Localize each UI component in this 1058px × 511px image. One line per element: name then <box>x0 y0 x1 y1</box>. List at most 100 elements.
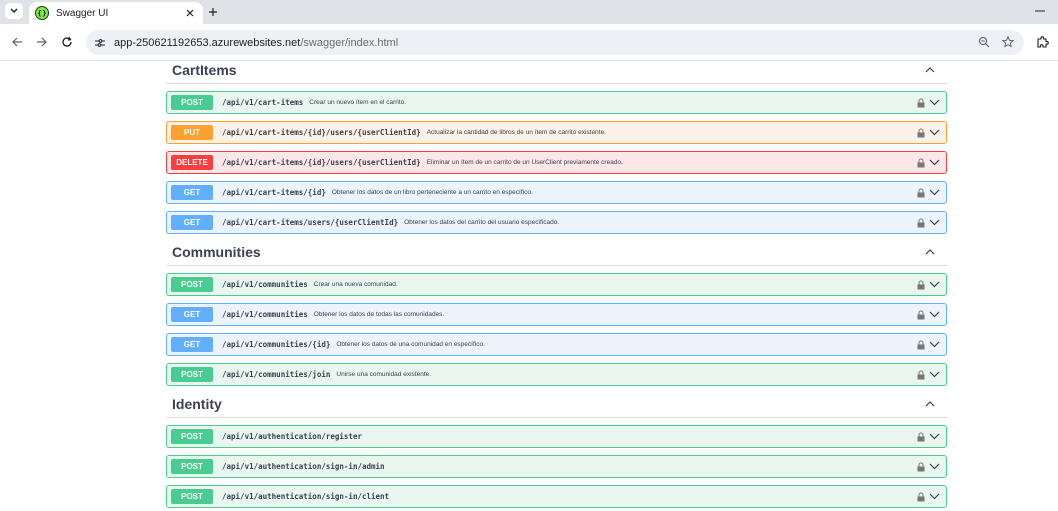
operation-path: /api/v1/cart-items/{id} <box>222 188 326 197</box>
expand-operation-button[interactable] <box>929 189 940 196</box>
operation-summary: Unirse una comunidad existente. <box>336 371 432 378</box>
tag-section-cartitems: CartItems POST /api/v1/cart-items Crear … <box>166 61 947 234</box>
collapse-tag-button[interactable] <box>923 397 937 411</box>
method-badge: DELETE <box>171 155 213 170</box>
expand-operation-button[interactable] <box>929 159 940 166</box>
browser-tab[interactable]: {} Swagger UI <box>29 2 203 24</box>
operation-row[interactable]: POST /api/v1/communities Crear una nueva… <box>166 273 947 296</box>
tab-close-button[interactable] <box>183 6 197 20</box>
operation-path: /api/v1/cart-items <box>222 98 304 107</box>
lock-icon <box>917 492 925 501</box>
operation-row[interactable]: POST /api/v1/authentication/sign-in/admi… <box>166 455 947 478</box>
lock-icon <box>917 310 925 319</box>
tag-section-identity: Identity POST /api/v1/authentication/reg… <box>166 390 947 508</box>
expand-operation-button[interactable] <box>929 311 940 318</box>
tag-header[interactable]: CartItems <box>166 61 947 84</box>
expand-operation-button[interactable] <box>929 371 940 378</box>
chevron-down-icon <box>929 219 940 226</box>
authorize-lock-button[interactable] <box>917 128 925 138</box>
chevron-up-icon <box>925 66 935 72</box>
chevron-up-icon <box>925 400 935 406</box>
authorize-lock-button[interactable] <box>917 462 925 472</box>
chevron-down-icon <box>929 463 940 470</box>
zoom-out-icon <box>978 36 990 48</box>
operation-row[interactable]: GET /api/v1/cart-items/users/{userClient… <box>166 211 947 234</box>
operation-row[interactable]: GET /api/v1/communities Obtener los dato… <box>166 303 947 326</box>
operation-row[interactable]: POST /api/v1/authentication/register <box>166 425 947 448</box>
operation-path: /api/v1/communities <box>222 310 308 319</box>
address-bar[interactable]: app-250621192653.azurewebsites.net/swagg… <box>86 30 1024 55</box>
method-badge: POST <box>171 95 213 110</box>
reload-button[interactable] <box>59 34 75 50</box>
operation-row[interactable]: GET /api/v1/communities/{id} Obtener los… <box>166 333 947 356</box>
minimize-window-button[interactable] <box>1032 3 1048 19</box>
authorize-lock-button[interactable] <box>917 158 925 168</box>
operation-path: /api/v1/authentication/register <box>222 432 362 441</box>
operation-row[interactable]: PUT /api/v1/cart-items/{id}/users/{userC… <box>166 121 947 144</box>
zoom-button[interactable] <box>976 34 992 50</box>
chevron-down-icon <box>929 493 940 500</box>
expand-operation-button[interactable] <box>929 341 940 348</box>
lock-icon <box>917 432 925 441</box>
collapse-tag-button[interactable] <box>923 245 937 259</box>
operation-path: /api/v1/communities/join <box>222 370 331 379</box>
lock-icon <box>917 188 925 197</box>
authorize-lock-button[interactable] <box>917 310 925 320</box>
expand-operation-button[interactable] <box>929 129 940 136</box>
browser-toolbar: app-250621192653.azurewebsites.net/swagg… <box>0 24 1058 61</box>
authorize-lock-button[interactable] <box>917 218 925 228</box>
operation-row[interactable]: POST /api/v1/cart-items Crear un nuevo í… <box>166 91 947 114</box>
url-host: app-250621192653.azurewebsites.net <box>114 36 301 49</box>
tag-header[interactable]: Communities <box>166 238 947 266</box>
expand-operation-button[interactable] <box>929 463 940 470</box>
tab-search-button[interactable] <box>5 3 23 19</box>
method-badge: POST <box>171 367 213 382</box>
collapse-tag-button[interactable] <box>923 63 937 77</box>
lock-icon <box>917 128 925 137</box>
chevron-down-icon <box>929 189 940 196</box>
authorize-lock-button[interactable] <box>917 340 925 350</box>
puzzle-icon <box>1036 35 1049 48</box>
chevron-down-icon <box>929 159 940 166</box>
tag-header[interactable]: Identity <box>166 390 947 418</box>
authorize-lock-button[interactable] <box>917 370 925 380</box>
operation-row[interactable]: GET /api/v1/cart-items/{id} Obtener los … <box>166 181 947 204</box>
authorize-lock-button[interactable] <box>917 280 925 290</box>
expand-operation-button[interactable] <box>929 281 940 288</box>
bookmark-button[interactable] <box>1000 34 1016 50</box>
lock-icon <box>917 280 925 289</box>
back-button[interactable] <box>9 34 25 50</box>
chevron-down-icon <box>10 8 18 13</box>
operation-row[interactable]: POST /api/v1/communities/join Unirse una… <box>166 363 947 386</box>
operation-row[interactable]: DELETE /api/v1/cart-items/{id}/users/{us… <box>166 151 947 174</box>
authorize-lock-button[interactable] <box>917 432 925 442</box>
chevron-down-icon <box>929 341 940 348</box>
method-badge: PUT <box>171 125 213 140</box>
operation-path: /api/v1/cart-items/{id}/users/{userClien… <box>222 158 421 167</box>
tune-icon <box>95 38 105 47</box>
lock-icon <box>917 462 925 471</box>
method-badge: POST <box>171 277 213 292</box>
chevron-down-icon <box>929 433 940 440</box>
expand-operation-button[interactable] <box>929 433 940 440</box>
authorize-lock-button[interactable] <box>917 98 925 108</box>
expand-operation-button[interactable] <box>929 99 940 106</box>
operation-row[interactable]: POST /api/v1/authentication/sign-in/clie… <box>166 485 947 508</box>
lock-icon <box>917 158 925 167</box>
forward-button[interactable] <box>34 34 50 50</box>
back-arrow-icon <box>12 37 22 47</box>
expand-operation-button[interactable] <box>929 493 940 500</box>
url-text: app-250621192653.azurewebsites.net/swagg… <box>114 37 398 49</box>
url-path: /swagger/index.html <box>300 36 399 49</box>
chevron-down-icon <box>929 281 940 288</box>
method-badge: GET <box>171 337 213 352</box>
method-badge: POST <box>171 459 213 474</box>
operation-summary: Obtener los datos de una comunidad en es… <box>336 341 485 348</box>
extensions-button[interactable] <box>1034 34 1050 50</box>
authorize-lock-button[interactable] <box>917 188 925 198</box>
site-info-button[interactable] <box>92 35 108 51</box>
expand-operation-button[interactable] <box>929 219 940 226</box>
chevron-up-icon <box>925 248 935 254</box>
new-tab-button[interactable] <box>205 4 221 20</box>
authorize-lock-button[interactable] <box>917 492 925 502</box>
